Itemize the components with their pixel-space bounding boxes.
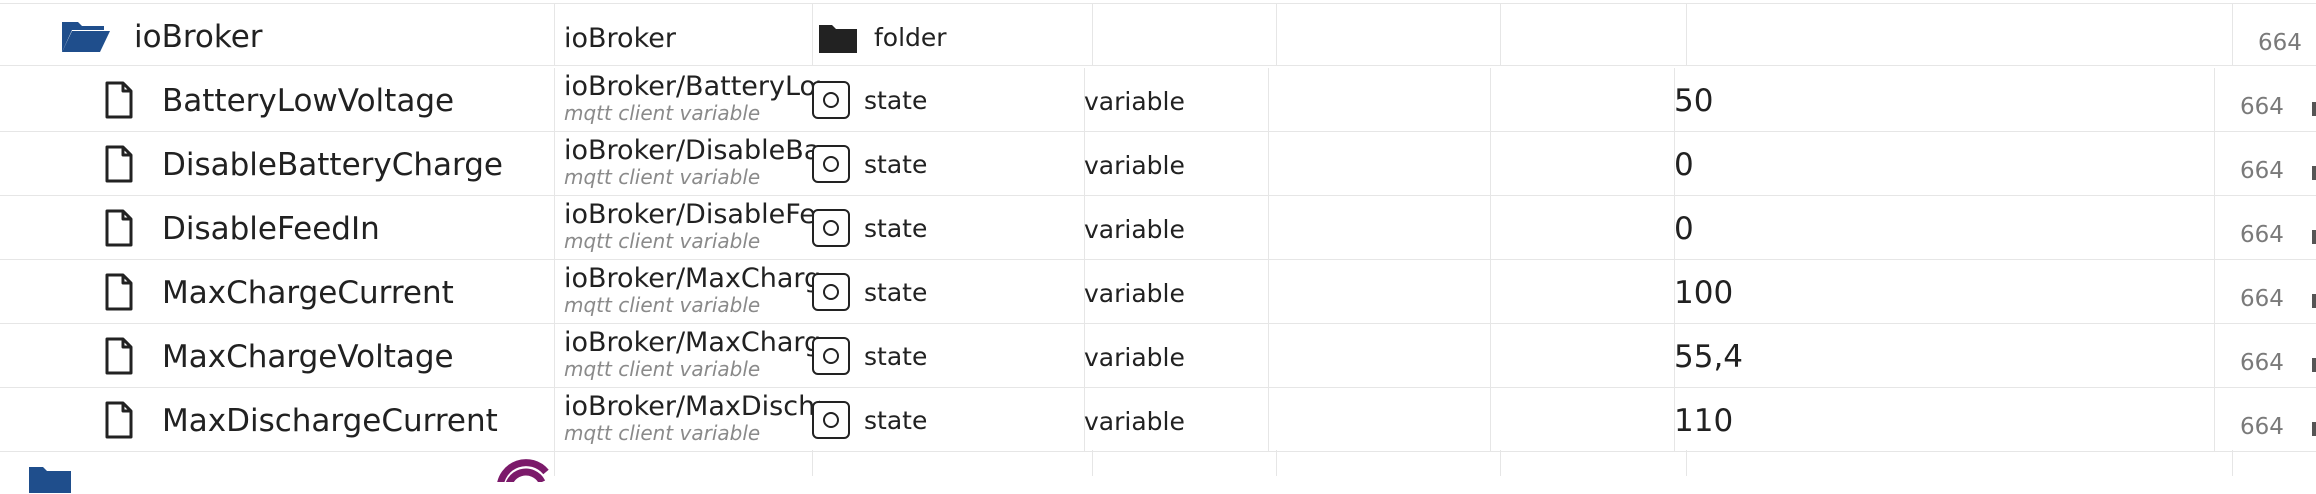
object-description: mqtt client variable bbox=[564, 293, 761, 316]
tree-row-state[interactable]: DisableBatteryCharge ioBroker/DisableBat… bbox=[0, 132, 2316, 196]
state-type-icon bbox=[812, 145, 850, 183]
file-icon bbox=[105, 337, 133, 375]
object-type: state bbox=[864, 342, 928, 371]
object-description: mqtt client variable bbox=[564, 421, 761, 444]
object-name: DisableBatteryCharge bbox=[162, 147, 503, 183]
state-value[interactable]: 100 bbox=[1674, 278, 1733, 309]
object-name: MaxChargeCurrent bbox=[162, 275, 454, 311]
object-name: MaxDischargeCurrent bbox=[162, 403, 498, 439]
row-edge-marker bbox=[2312, 422, 2316, 436]
acl-value: 664 bbox=[2240, 158, 2284, 184]
tree-row-state[interactable]: DisableFeedIn ioBroker/DisableFeedIn mqt… bbox=[0, 196, 2316, 260]
acl-value: 664 bbox=[2240, 222, 2284, 248]
object-type: state bbox=[864, 150, 928, 179]
state-value[interactable]: 55,4 bbox=[1674, 342, 1743, 373]
state-value[interactable]: 0 bbox=[1674, 214, 1694, 245]
acl-value: 664 bbox=[2240, 350, 2284, 376]
object-description: mqtt client variable bbox=[564, 165, 761, 188]
file-icon bbox=[105, 209, 133, 247]
tree-row-state[interactable]: MaxDischargeCurrent ioBroker/MaxDischarg… bbox=[0, 388, 2316, 452]
acl-value: 664 bbox=[2240, 286, 2284, 312]
tree-row-state[interactable]: MaxChargeVoltage ioBroker/MaxChargeVolta… bbox=[0, 324, 2316, 388]
object-type: state bbox=[864, 86, 928, 115]
file-icon bbox=[105, 81, 133, 119]
object-id-cell[interactable]: ioBroker/BatteryLowVoltage mqtt client v… bbox=[564, 72, 820, 124]
tree-row-state[interactable]: BatteryLowVoltage ioBroker/BatteryLowVol… bbox=[0, 68, 2316, 132]
object-name: DisableFeedIn bbox=[162, 211, 380, 247]
state-value[interactable]: 0 bbox=[1674, 150, 1694, 181]
object-id: ioBroker bbox=[564, 23, 676, 54]
object-role: variable bbox=[1084, 407, 1185, 436]
object-type: state bbox=[864, 214, 928, 243]
object-type: folder bbox=[874, 23, 947, 52]
row-edge-marker bbox=[2312, 230, 2316, 244]
object-id: ioBroker/BatteryLowVoltage bbox=[564, 72, 820, 102]
object-id-cell[interactable]: ioBroker/MaxChargeCurrent mqtt client va… bbox=[564, 264, 820, 316]
tree-row-state[interactable]: MaxChargeCurrent ioBroker/MaxChargeCurre… bbox=[0, 260, 2316, 324]
state-type-icon bbox=[812, 337, 850, 375]
adapter-logo-icon bbox=[496, 458, 550, 482]
object-id: ioBroker/DisableFeedIn bbox=[564, 200, 820, 230]
acl-value: 664 bbox=[2258, 30, 2302, 56]
file-icon bbox=[105, 273, 133, 311]
object-type: state bbox=[864, 406, 928, 435]
file-icon bbox=[105, 401, 133, 439]
object-description: mqtt client variable bbox=[564, 229, 761, 252]
object-role: variable bbox=[1084, 151, 1185, 180]
object-name: ioBroker bbox=[134, 19, 263, 55]
row-edge-marker bbox=[2312, 166, 2316, 180]
file-icon bbox=[105, 145, 133, 183]
object-id-cell[interactable]: ioBroker/MaxChargeVoltage mqtt client va… bbox=[564, 328, 820, 380]
object-description: mqtt client variable bbox=[564, 357, 761, 380]
object-name: MaxChargeVoltage bbox=[162, 339, 454, 375]
object-id: ioBroker/MaxChargeCurrent bbox=[564, 264, 820, 294]
object-type: state bbox=[864, 278, 928, 307]
row-edge-marker bbox=[2312, 294, 2316, 308]
object-id: ioBroker/MaxDischargeCurrent bbox=[564, 392, 820, 422]
state-type-icon bbox=[812, 401, 850, 439]
row-edge-marker bbox=[2312, 102, 2316, 116]
state-type-icon bbox=[812, 273, 850, 311]
object-role: variable bbox=[1084, 279, 1185, 308]
folder-icon bbox=[819, 25, 857, 53]
object-role: variable bbox=[1084, 215, 1185, 244]
state-type-icon bbox=[812, 209, 850, 247]
object-description: mqtt client variable bbox=[564, 101, 761, 124]
acl-value: 664 bbox=[2240, 94, 2284, 120]
row-edge-marker bbox=[2312, 358, 2316, 372]
folder-open-icon[interactable] bbox=[60, 18, 112, 54]
object-id: ioBroker/MaxChargeVoltage bbox=[564, 328, 820, 358]
tree-row-folder[interactable]: ioBroker ioBroker folder 664 bbox=[0, 4, 2316, 66]
state-value[interactable]: 110 bbox=[1674, 406, 1733, 437]
folder-icon bbox=[29, 467, 71, 493]
tree-row-next[interactable] bbox=[0, 450, 2316, 493]
object-id-cell[interactable]: ioBroker/DisableBatteryCharge mqtt clien… bbox=[564, 136, 820, 188]
object-name: BatteryLowVoltage bbox=[162, 83, 455, 119]
object-id-cell[interactable]: ioBroker/MaxDischargeCurrent mqtt client… bbox=[564, 392, 820, 444]
object-role: variable bbox=[1084, 87, 1185, 116]
acl-value: 664 bbox=[2240, 414, 2284, 440]
state-value[interactable]: 50 bbox=[1674, 86, 1713, 117]
object-id-cell[interactable]: ioBroker/DisableFeedIn mqtt client varia… bbox=[564, 200, 820, 252]
state-type-icon bbox=[812, 81, 850, 119]
object-role: variable bbox=[1084, 343, 1185, 372]
object-id: ioBroker/DisableBatteryCharge bbox=[564, 136, 820, 166]
